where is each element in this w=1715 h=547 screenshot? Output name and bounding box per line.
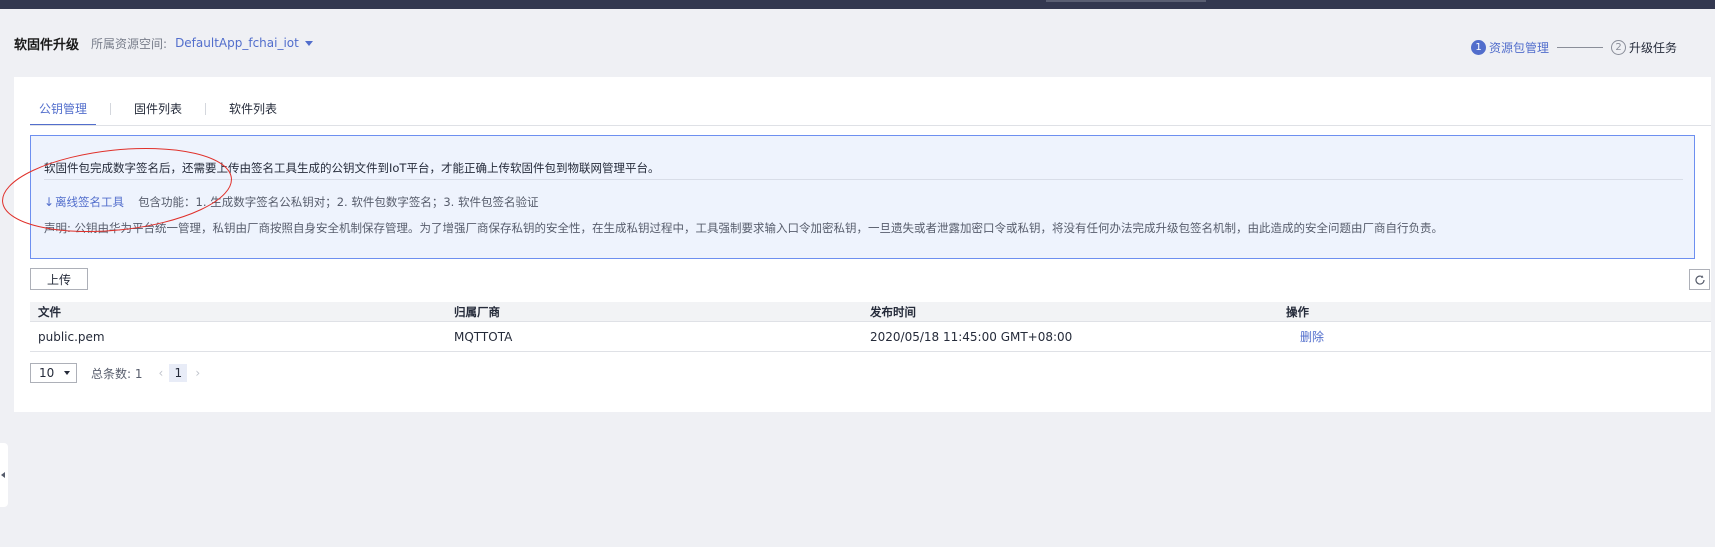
step-connector [1557, 46, 1604, 48]
resource-space-selector[interactable]: DefaultApp_fchai_iot [175, 36, 299, 50]
download-icon[interactable]: ↓ [44, 195, 54, 209]
total-count: 总条数: 1 [91, 366, 143, 381]
step-indicator: 1 资源包管理 2 升级任务 [1471, 38, 1677, 56]
public-key-table: 文件 归属厂商 发布时间 操作 public.pem MQTTOTA 2020/… [30, 302, 1711, 352]
tool-features-text: 包含功能：1. 生成数字签名公私钥对；2. 软件包数字签名；3. 软件包签名验证 [138, 195, 539, 209]
info-notice: 软固件包完成数字签名后，还需要上传由签名工具生成的公钥文件到IoT平台，才能正确… [30, 135, 1695, 259]
caret-down-icon[interactable] [304, 40, 313, 46]
notice-divider [44, 179, 1683, 180]
chevron-left-icon [1, 472, 5, 478]
cell-time: 2020/05/18 11:45:00 GMT+08:00 [870, 329, 1073, 344]
pagination: 10 总条数: 1 ‹ 1 › [30, 363, 200, 383]
step-2-label[interactable]: 升级任务 [1629, 39, 1677, 56]
top-navigation-bar [0, 0, 1715, 9]
caret-down-icon [64, 371, 70, 375]
column-header-file: 文件 [38, 304, 61, 319]
upload-button[interactable]: 上传 [30, 268, 88, 290]
cell-action: 删除 [1278, 328, 1711, 345]
chevron-right-icon[interactable]: › [195, 366, 200, 380]
notice-tool-row: ↓ 离线签名工具 包含功能：1. 生成数字签名公私钥对；2. 软件包数字签名；3… [44, 194, 538, 210]
tab-public-key[interactable]: 公钥管理 [30, 102, 97, 126]
tab-divider [110, 103, 112, 115]
offline-sign-tool-link[interactable]: 离线签名工具 [55, 194, 124, 210]
refresh-glyph [1694, 274, 1705, 285]
notice-description: 软固件包完成数字签名后，还需要上传由签名工具生成的公钥文件到IoT平台，才能正确… [44, 161, 660, 175]
resource-space-label: 所属资源空间: [91, 36, 168, 51]
delete-link[interactable]: 删除 [1286, 330, 1324, 344]
tab-software-list[interactable]: 软件列表 [220, 102, 286, 126]
column-header-vendor: 归属厂商 [454, 304, 500, 319]
tab-bar: 公钥管理 固件列表 软件列表 [30, 102, 286, 126]
table-row: public.pem MQTTOTA 2020/05/18 11:45:00 G… [30, 322, 1711, 352]
tab-divider [205, 103, 207, 115]
content-card: 公钥管理 固件列表 软件列表 软固件包完成数字签名后，还需要上传由签名工具生成的… [14, 77, 1711, 412]
tab-underline-rule [30, 125, 1711, 126]
tab-firmware-list[interactable]: 固件列表 [125, 102, 191, 126]
step-1-label[interactable]: 资源包管理 [1489, 39, 1549, 56]
chevron-left-icon[interactable]: ‹ [159, 366, 164, 380]
step-1-number: 1 [1471, 39, 1486, 55]
step-2-number: 2 [1611, 39, 1627, 55]
page-number[interactable]: 1 [169, 364, 188, 382]
page-title: 软固件升级 [14, 37, 80, 53]
notice-disclaimer: 声明: 公钥由华为平台统一管理，私钥由厂商按照自身安全机制保存管理。为了增强厂商… [44, 221, 1444, 235]
cell-file: public.pem [38, 329, 105, 344]
table-header: 文件 归属厂商 发布时间 操作 [30, 302, 1711, 322]
column-header-action: 操作 [1286, 304, 1309, 319]
column-header-time: 发布时间 [870, 304, 916, 319]
page-size-select[interactable]: 10 [30, 363, 77, 383]
refresh-icon[interactable] [1689, 269, 1710, 290]
page-size-value: 10 [39, 366, 55, 380]
global-search-stub[interactable] [1046, 0, 1206, 2]
collapse-handle-icon[interactable] [0, 443, 8, 507]
page-header: 软固件升级 所属资源空间: DefaultApp_fchai_iot [14, 33, 313, 53]
cell-vendor: MQTTOTA [454, 329, 513, 344]
